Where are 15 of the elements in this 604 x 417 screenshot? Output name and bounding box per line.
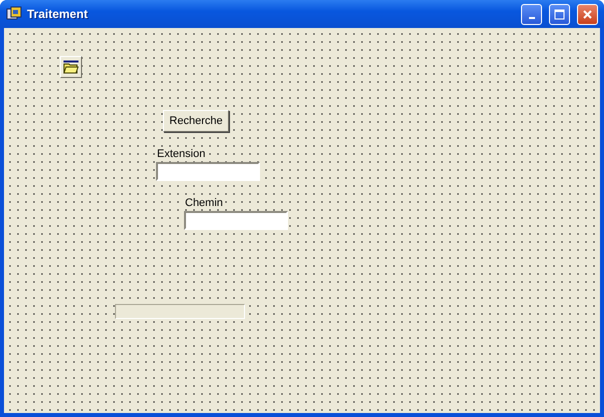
window-title: Traitement (27, 7, 89, 21)
minimize-icon (528, 16, 534, 18)
minimize-button[interactable] (521, 4, 542, 24)
close-button[interactable] (577, 4, 598, 24)
maximize-icon (554, 8, 565, 20)
text-field[interactable] (184, 211, 288, 230)
app-icon (6, 6, 22, 22)
search-button[interactable]: Recherche (163, 110, 229, 132)
open-dialog-component[interactable] (60, 56, 82, 78)
text-field[interactable] (156, 162, 260, 181)
field-label: Extension (156, 148, 206, 160)
maximize-button[interactable] (549, 4, 570, 24)
folder-icon (63, 60, 79, 74)
close-icon (582, 8, 593, 20)
field-label: Chemin (184, 197, 224, 209)
